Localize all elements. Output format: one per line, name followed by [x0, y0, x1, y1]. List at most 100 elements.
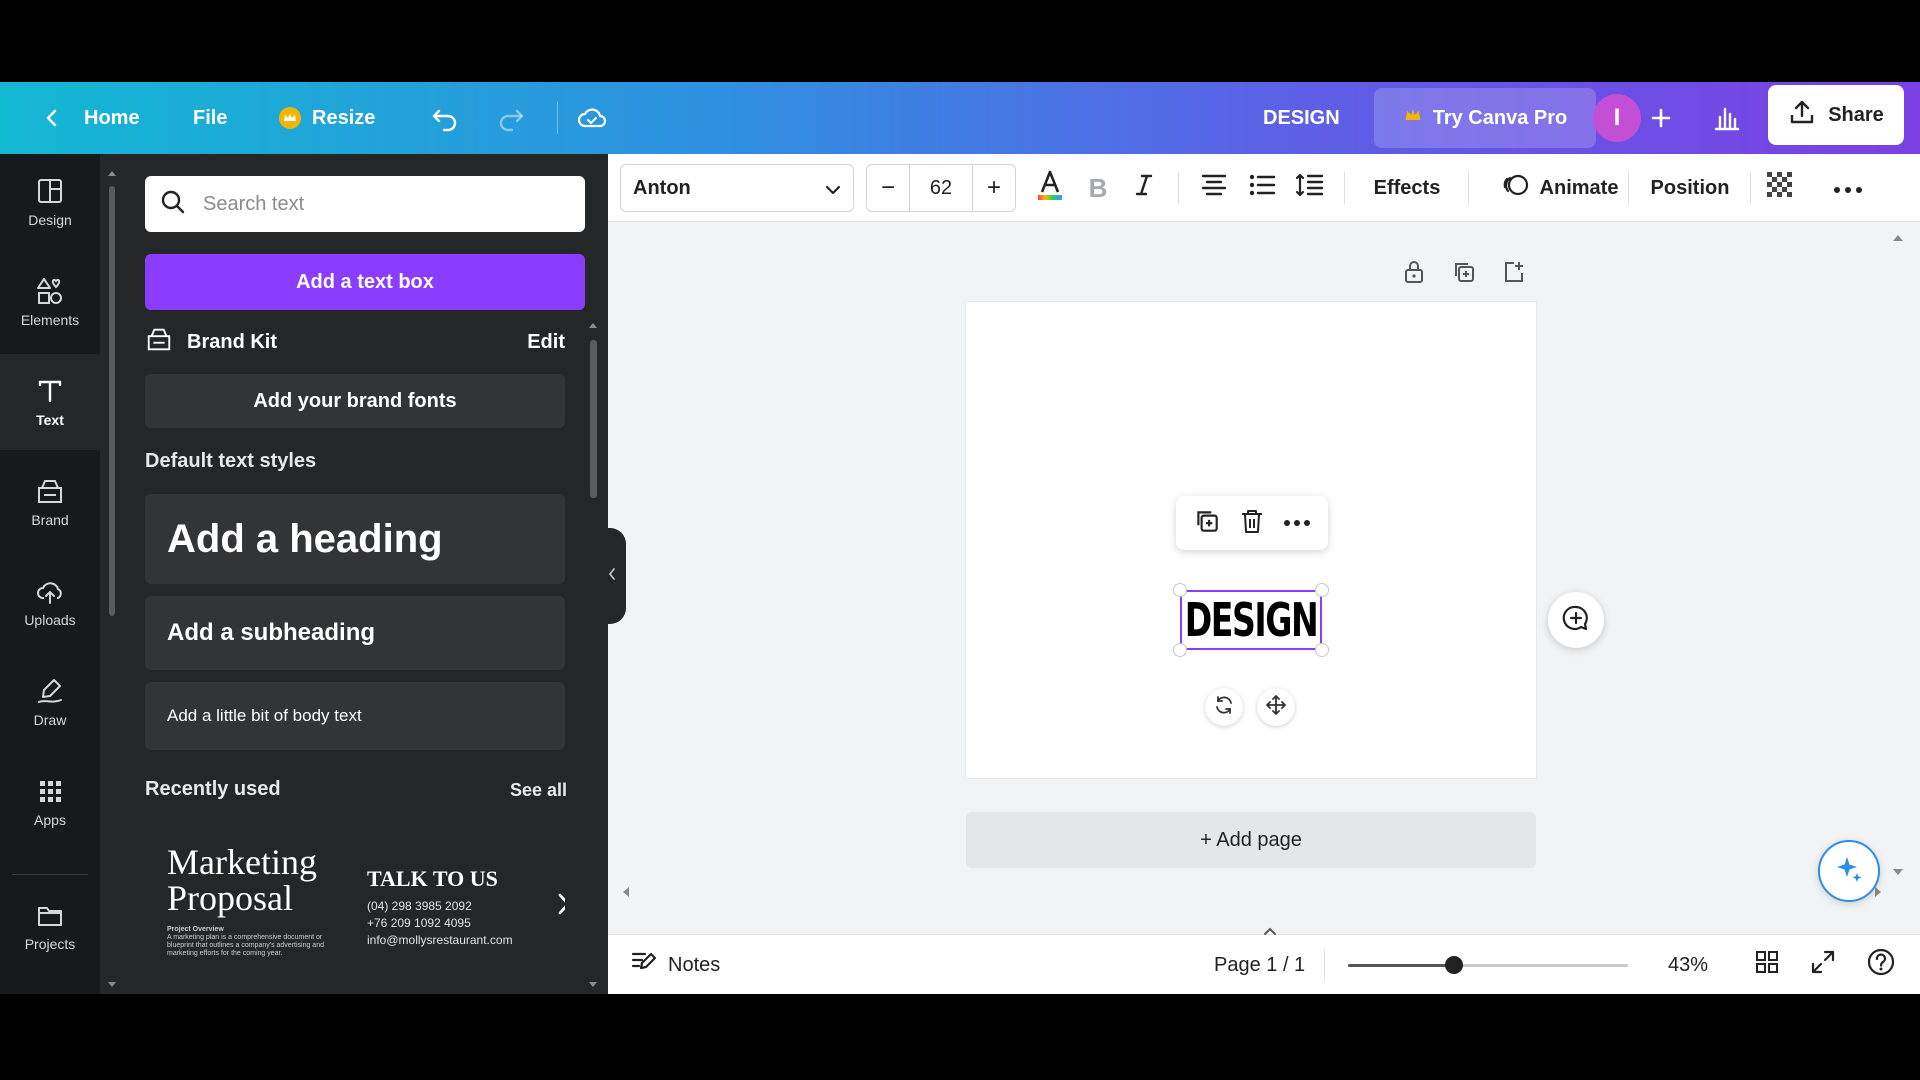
zoom-slider[interactable]: [1348, 956, 1628, 974]
recently-used-list: Marketing Proposal Project Overview A ma…: [145, 814, 565, 994]
redo-button[interactable]: [496, 82, 526, 154]
magic-assistant-button[interactable]: [1818, 840, 1880, 902]
styles-scroll-thumb[interactable]: [590, 340, 597, 498]
rail-item-uploads[interactable]: Uploads: [0, 554, 100, 650]
add-page-button[interactable]: + Add page: [966, 812, 1536, 868]
add-comment-button[interactable]: [1548, 592, 1604, 648]
rail-item-text[interactable]: Text: [0, 354, 100, 450]
resize-handle-top-left[interactable]: [1173, 583, 1187, 597]
animate-button[interactable]: Animate: [1480, 168, 1640, 208]
add-text-box-button[interactable]: Add a text box: [145, 254, 585, 310]
canvas-horizontal-scrollbar[interactable]: [608, 884, 1898, 900]
resize-handle-top-right[interactable]: [1315, 583, 1329, 597]
recently-used-title: Recently used: [145, 778, 281, 800]
search-box[interactable]: [145, 176, 585, 232]
undo-button[interactable]: [430, 82, 460, 154]
font-family-select[interactable]: Anton: [620, 164, 854, 212]
move-handle[interactable]: [1257, 688, 1295, 726]
styles-scrollbar[interactable]: [587, 320, 599, 990]
page-indicator[interactable]: Page 1 / 1: [1214, 935, 1305, 994]
animate-icon: [1502, 171, 1530, 205]
text-color-button[interactable]: [1030, 168, 1070, 208]
zoom-slider-fill: [1348, 964, 1455, 967]
add-page-label: + Add page: [1200, 828, 1302, 851]
avatar[interactable]: I: [1593, 94, 1641, 142]
rail-item-design[interactable]: Design: [0, 154, 100, 250]
lock-page-button[interactable]: [1398, 258, 1430, 290]
align-button[interactable]: [1194, 168, 1234, 208]
resize-button[interactable]: Resize: [278, 82, 375, 154]
zoom-slider-thumb[interactable]: [1445, 956, 1464, 974]
cloud-save-button[interactable]: [576, 82, 608, 154]
layout-icon: [35, 176, 65, 206]
add-heading-button[interactable]: Add a heading: [145, 494, 565, 584]
rotate-handle[interactable]: [1205, 688, 1243, 726]
grid-view-icon: [1754, 949, 1780, 981]
duplicate-icon[interactable]: [1193, 507, 1221, 540]
fullscreen-button[interactable]: [1810, 935, 1836, 994]
selected-text-element[interactable]: DESIGN: [1185, 588, 1319, 652]
add-subheading-button[interactable]: Add a subheading: [145, 596, 565, 670]
search-input[interactable]: [203, 192, 563, 216]
try-canva-pro-button[interactable]: Try Canva Pro: [1374, 88, 1596, 148]
bold-button[interactable]: B: [1078, 168, 1118, 208]
cloud-check-icon: [576, 102, 608, 134]
line-spacing-icon: [1295, 171, 1324, 205]
brand-kit-edit-link[interactable]: Edit: [527, 331, 565, 354]
share-button[interactable]: Share: [1768, 85, 1904, 145]
resize-handle-bottom-right[interactable]: [1315, 643, 1329, 657]
recent-next-button[interactable]: [549, 888, 565, 924]
left-rail: Design Elements Text Brand Uploads Draw …: [0, 154, 100, 994]
home-button[interactable]: Home: [40, 82, 140, 154]
effects-button[interactable]: Effects: [1362, 168, 1452, 208]
sparkle-icon: [1834, 854, 1864, 889]
spacing-button[interactable]: [1290, 168, 1330, 208]
rail-item-projects[interactable]: Projects: [0, 878, 100, 974]
design-title[interactable]: DESIGN: [1263, 82, 1340, 154]
notes-button[interactable]: Notes: [630, 935, 720, 994]
panel-scrollbar[interactable]: [106, 168, 118, 990]
help-button[interactable]: [1866, 935, 1896, 994]
rail-item-draw[interactable]: Draw: [0, 654, 100, 750]
add-brand-fonts-button[interactable]: Add your brand fonts: [145, 374, 565, 428]
rail-label: Design: [28, 212, 72, 228]
recent-template-marketing[interactable]: Marketing Proposal Project Overview A ma…: [145, 814, 345, 994]
contact-line: +76 209 1092 4095: [367, 916, 471, 930]
rail-item-brand[interactable]: Brand: [0, 454, 100, 550]
more-options-button[interactable]: [1828, 168, 1868, 208]
resize-handle-bottom-left[interactable]: [1173, 643, 1187, 657]
zoom-level[interactable]: 43%: [1668, 935, 1708, 994]
more-horizontal-icon[interactable]: [1283, 514, 1311, 532]
recent-template-subtitle: Project Overview: [167, 926, 224, 933]
duplicate-page-button[interactable]: [1448, 258, 1480, 290]
brand-kit-icon: [35, 476, 65, 506]
add-collaborator-button[interactable]: [1648, 82, 1674, 154]
panel-scroll-thumb[interactable]: [109, 186, 115, 616]
rail-label: Uploads: [24, 612, 76, 628]
canvas-vertical-scrollbar[interactable]: [1890, 222, 1906, 902]
file-menu-button[interactable]: File: [193, 82, 227, 154]
decrease-font-size-button[interactable]: −: [867, 165, 909, 211]
rail-item-elements[interactable]: Elements: [0, 254, 100, 350]
italic-button[interactable]: [1124, 168, 1164, 208]
increase-font-size-button[interactable]: +: [973, 165, 1015, 211]
font-size-input[interactable]: 62: [909, 165, 973, 211]
position-button[interactable]: Position: [1640, 168, 1740, 208]
crown-icon: [1403, 105, 1423, 131]
recent-template-talk[interactable]: TALK TO US (04) 298 3985 2092 +76 209 10…: [367, 814, 565, 994]
list-button[interactable]: [1242, 168, 1282, 208]
lock-icon: [1402, 259, 1426, 290]
add-body-text-button[interactable]: Add a little bit of body text: [145, 682, 565, 750]
see-all-link[interactable]: See all: [510, 780, 567, 801]
trash-icon[interactable]: [1239, 507, 1265, 540]
element-context-menu: [1176, 496, 1328, 550]
rail-divider: [12, 874, 88, 875]
insights-button[interactable]: [1712, 82, 1742, 154]
share-label: Share: [1828, 103, 1884, 126]
grid-view-button[interactable]: [1754, 935, 1780, 994]
rail-item-apps[interactable]: Apps: [0, 754, 100, 850]
add-new-page-button[interactable]: [1498, 258, 1530, 290]
transparency-button[interactable]: [1760, 168, 1800, 208]
undo-icon: [430, 103, 460, 133]
redo-icon: [496, 103, 526, 133]
